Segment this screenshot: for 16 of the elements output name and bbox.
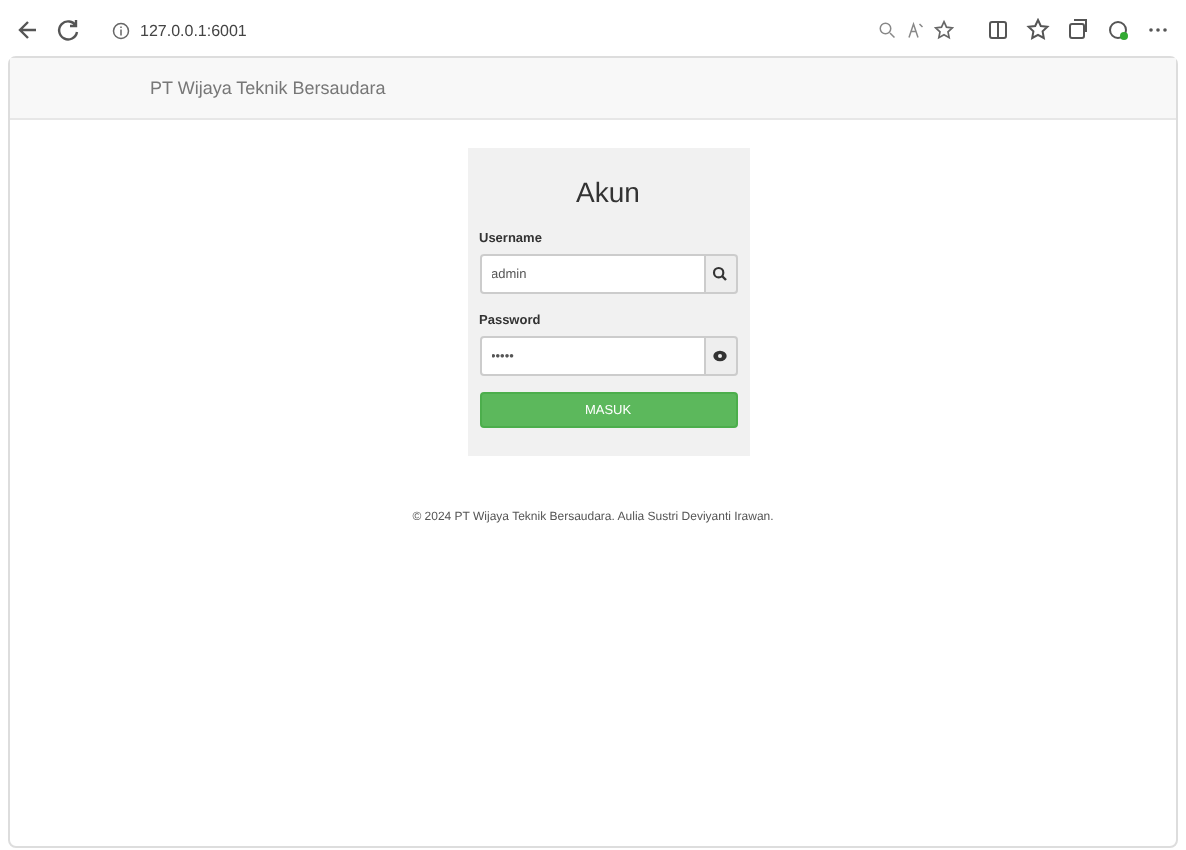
zoom-icon[interactable] bbox=[878, 18, 896, 42]
brand-link[interactable]: PT Wijaya Teknik Bersaudara bbox=[150, 78, 386, 98]
read-aloud-icon[interactable] bbox=[906, 18, 924, 42]
star-icon[interactable] bbox=[934, 18, 954, 42]
address-bar[interactable]: 127.0.0.1:6001 bbox=[140, 21, 247, 39]
reload-icon[interactable] bbox=[56, 18, 80, 42]
search-icon bbox=[712, 266, 728, 282]
favorites-icon[interactable] bbox=[1026, 18, 1050, 42]
back-icon[interactable] bbox=[16, 18, 40, 42]
card-title: Akun bbox=[574, 176, 642, 208]
split-screen-icon[interactable] bbox=[986, 18, 1010, 42]
eye-icon[interactable] bbox=[712, 348, 728, 364]
collections-icon[interactable] bbox=[1066, 18, 1090, 42]
profile-icon[interactable] bbox=[1106, 18, 1130, 42]
eye-addon[interactable] bbox=[705, 336, 737, 376]
info-icon[interactable] bbox=[112, 21, 130, 39]
